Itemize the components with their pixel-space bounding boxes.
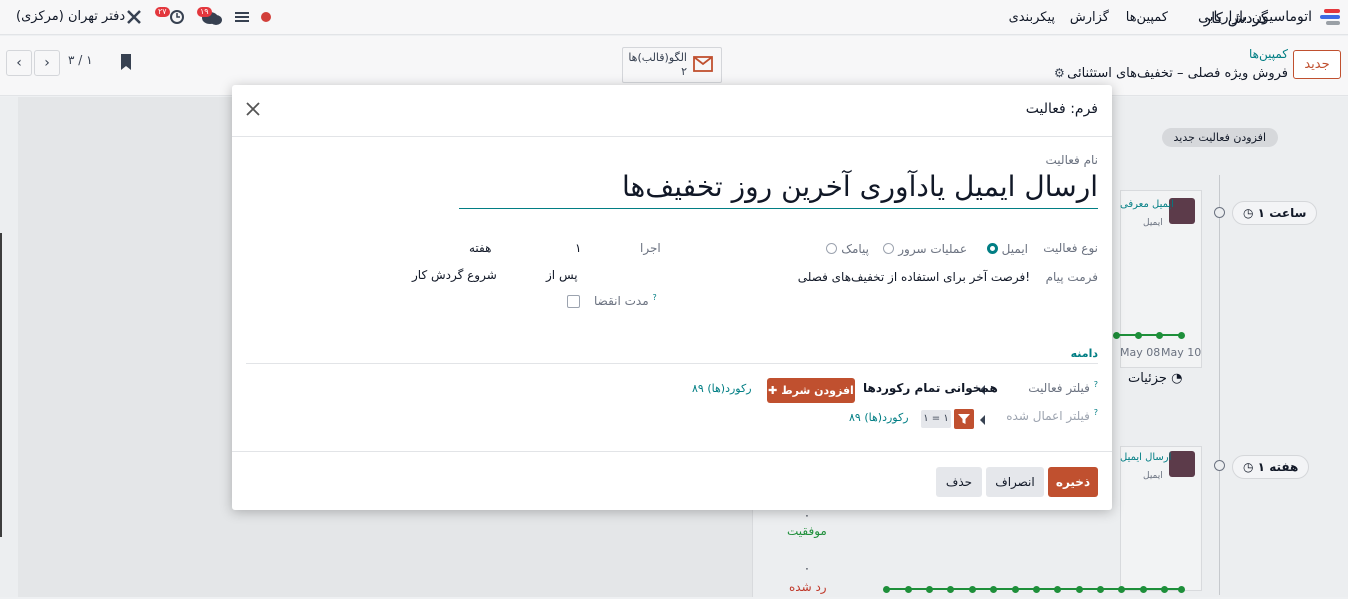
discard-button[interactable]: انصراف (986, 467, 1044, 497)
radio-server-action[interactable]: عملیات سرور (878, 242, 967, 256)
help-tooltip-icon[interactable]: ? (652, 293, 656, 302)
domain-section-title: دامنه (1070, 347, 1098, 360)
radio-selected-icon[interactable] (986, 243, 998, 254)
applied-filter-label: فیلتر اعمال شده ? (1006, 408, 1098, 423)
records-count-1[interactable]: ۸۹ رکورد(ها) (692, 382, 752, 395)
section-divider (246, 363, 1098, 364)
caret-left-icon[interactable] (980, 415, 985, 425)
radio-icon[interactable] (826, 243, 838, 254)
expiry-checkbox[interactable] (567, 295, 580, 308)
activity-name-input[interactable]: ارسال ایمیل یادآوری آخرین روز تخفیف‌ها (622, 170, 1098, 203)
interval-number-input[interactable]: ۱ (575, 241, 581, 255)
radio-icon[interactable] (883, 243, 895, 254)
modal-header: فرم: فعالیت (232, 85, 1112, 137)
modal-footer: ذخیره انصراف حذف (232, 451, 1112, 510)
activity-form-dialog: فرم: فعالیت نام فعالیت ارسال ایمیل یادآو… (232, 85, 1112, 510)
input-underline (459, 208, 1098, 209)
applied-filter-text: فیلتر اعمال شده (1006, 409, 1090, 423)
radio-sms-label: پیامک (841, 242, 869, 256)
radio-sms[interactable]: پیامک (821, 242, 869, 256)
expiry-label: مدت انقضا ? (594, 293, 657, 308)
add-condition-label: افزودن شرط (781, 384, 854, 397)
after-label: پس از (546, 268, 578, 282)
trigger-select[interactable]: شروع گردش کار (412, 268, 497, 282)
add-condition-button[interactable]: ✚ افزودن شرط (767, 378, 855, 403)
execute-label: اجرا (640, 241, 661, 255)
close-icon[interactable] (244, 100, 262, 118)
radio-server-label: عملیات سرور (898, 242, 967, 256)
delete-button[interactable]: حذف (936, 467, 982, 497)
format-label: فرمت پیام (1045, 270, 1098, 284)
activity-filter-text: فیلتر فعالیت (1028, 381, 1090, 395)
save-button[interactable]: ذخیره (1048, 467, 1098, 497)
radio-email[interactable]: ایمیل (982, 242, 1028, 256)
message-template-field[interactable]: فرصت آخر برای استفاده از تخفیف‌های فصلی! (798, 270, 1030, 284)
radio-email-label: ایمیل (1001, 242, 1028, 256)
name-label: نام فعالیت (1045, 153, 1098, 167)
help-tooltip-icon[interactable]: ? (1094, 408, 1098, 417)
filter-tag[interactable]: ۱ = ۱ (921, 410, 951, 428)
help-tooltip-icon[interactable]: ? (1094, 380, 1098, 389)
filter-icon[interactable] (954, 409, 974, 429)
records-count-2[interactable]: ۸۹ رکورد(ها) (849, 411, 909, 424)
modal-title: فرم: فعالیت (1025, 101, 1098, 117)
activity-filter-label: فیلتر فعالیت ? (1028, 380, 1098, 395)
expiry-label-text: مدت انقضا (594, 294, 649, 308)
type-label: نوع فعالیت (1043, 241, 1098, 255)
match-all-records: همخوانی تمام رکوردها (863, 381, 998, 395)
interval-unit-select[interactable]: هفته (469, 241, 491, 255)
